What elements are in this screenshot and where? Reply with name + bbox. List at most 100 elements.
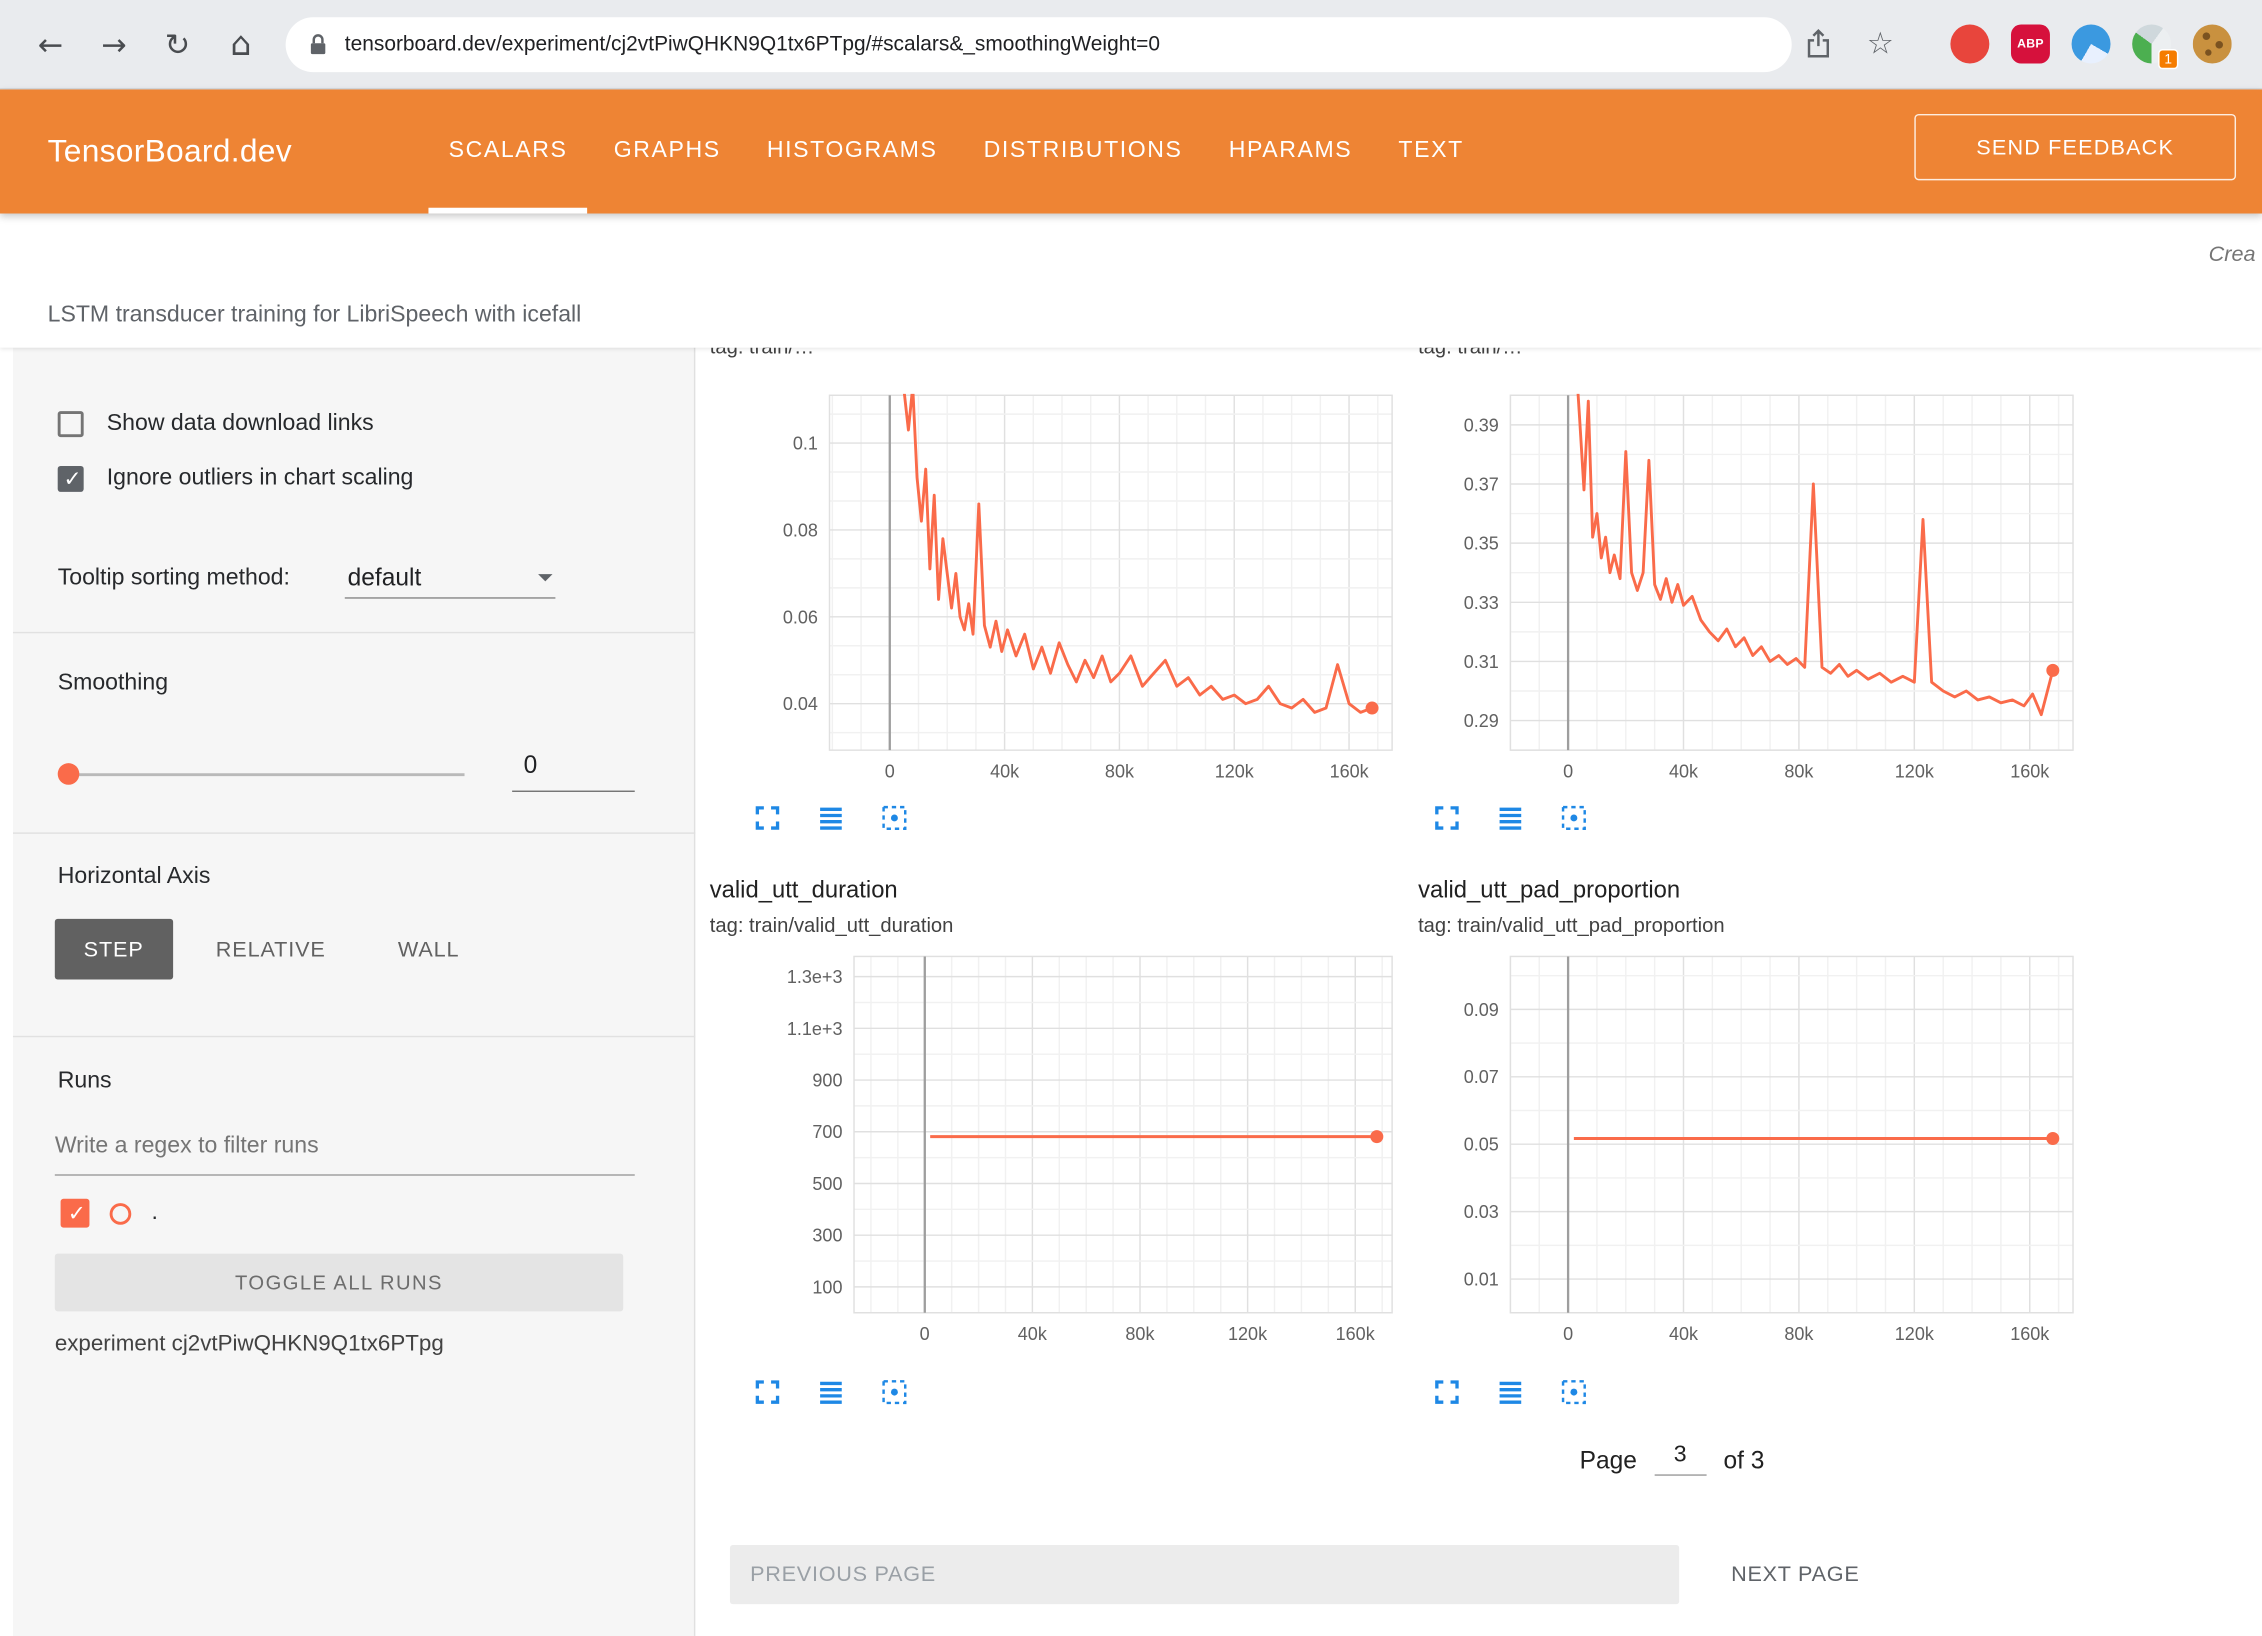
run-color-swatch[interactable] xyxy=(110,1202,132,1224)
chart-tag: tag: train/valid_utt_pad_proportion xyxy=(1418,913,1725,936)
run-checkbox[interactable] xyxy=(61,1199,90,1228)
experiment-name: experiment cj2vtPiwQHKN9Q1tx6PTpg xyxy=(55,1332,444,1358)
svg-text:0.07: 0.07 xyxy=(1464,1067,1499,1087)
expand-icon xyxy=(754,805,780,831)
tooltip-sorting-label: Tooltip sorting method: xyxy=(58,565,290,591)
checkbox-label: Ignore outliers in chart scaling xyxy=(107,466,414,492)
svg-text:0: 0 xyxy=(920,1324,930,1344)
tooltip-sorting-select[interactable]: default xyxy=(345,558,556,598)
settings-sidebar: Show data download links Ignore outliers… xyxy=(13,348,695,1636)
url-bar[interactable]: tensorboard.dev/experiment/cj2vtPiwQHKN9… xyxy=(286,17,1792,72)
lines-button[interactable] xyxy=(818,1379,844,1405)
next-page-button[interactable]: NEXT PAGE xyxy=(1711,1545,1880,1604)
svg-text:900: 900 xyxy=(812,1071,842,1091)
svg-text:0.08: 0.08 xyxy=(783,520,818,540)
pagination: Page of 3 xyxy=(1580,1443,1765,1476)
expand-icon xyxy=(754,1379,780,1405)
adblock-extension-icon[interactable] xyxy=(1950,25,1989,64)
tooltip-sorting-value: default xyxy=(348,563,422,592)
svg-text:0.01: 0.01 xyxy=(1464,1270,1499,1290)
share-button[interactable] xyxy=(1806,29,1831,64)
svg-text:0.33: 0.33 xyxy=(1464,593,1499,613)
tab-graphs[interactable]: GRAPHS xyxy=(593,89,740,213)
pie-extension-icon[interactable] xyxy=(2072,25,2111,64)
divider xyxy=(13,832,695,833)
tab-text[interactable]: TEXT xyxy=(1378,89,1484,213)
profile-extension-icon[interactable]: 1 xyxy=(2132,25,2171,64)
svg-text:80k: 80k xyxy=(1784,1324,1814,1344)
fit-data-button[interactable] xyxy=(1561,1379,1587,1405)
run-row: . xyxy=(61,1199,158,1228)
tab-scalars[interactable]: SCALARS xyxy=(428,89,587,213)
reload-button[interactable] xyxy=(156,23,199,66)
step-axis-button[interactable]: STEP xyxy=(55,919,173,980)
back-button[interactable] xyxy=(29,23,72,66)
svg-text:500: 500 xyxy=(812,1174,842,1194)
page-number-input[interactable] xyxy=(1654,1443,1706,1476)
svg-text:40k: 40k xyxy=(1669,1324,1699,1344)
smoothing-value-input[interactable] xyxy=(512,740,635,792)
svg-text:0.06: 0.06 xyxy=(783,607,818,627)
expand-button[interactable] xyxy=(754,805,780,831)
svg-text:0: 0 xyxy=(885,762,895,782)
expand-button[interactable] xyxy=(1434,805,1460,831)
chart-valid-utt-pad-proportion[interactable]: 040k80k120k160k0.010.030.050.070.09 xyxy=(1428,945,2084,1353)
nav-tabs: SCALARS GRAPHS HISTOGRAMS DISTRIBUTIONS … xyxy=(428,89,1484,213)
checkbox-label: Show data download links xyxy=(107,411,374,437)
lines-button[interactable] xyxy=(1497,805,1523,831)
relative-axis-button[interactable]: RELATIVE xyxy=(187,919,355,980)
share-icon xyxy=(1806,29,1831,59)
divider xyxy=(13,1036,695,1037)
cookie-extension-icon[interactable] xyxy=(2193,25,2232,64)
browser-toolbar: tensorboard.dev/experiment/cj2vtPiwQHKN9… xyxy=(0,0,2262,89)
svg-text:0.37: 0.37 xyxy=(1464,474,1499,494)
reload-icon xyxy=(165,29,190,62)
tab-distributions[interactable]: DISTRIBUTIONS xyxy=(963,89,1202,213)
clipped-right-text: Crea xyxy=(2209,242,2256,267)
chart-valid-utt-duration[interactable]: 040k80k120k160k1003005007009001.1e+31.3e… xyxy=(750,945,1406,1353)
toggle-all-runs-button[interactable]: TOGGLE ALL RUNS xyxy=(55,1254,623,1312)
chart-top-left[interactable]: 040k80k120k160k0.040.060.080.1 xyxy=(750,382,1406,786)
bookmark-star-button[interactable] xyxy=(1867,26,1894,62)
svg-text:120k: 120k xyxy=(1895,1324,1935,1344)
horizontal-axis-label: Horizontal Axis xyxy=(58,864,211,890)
svg-text:80k: 80k xyxy=(1105,762,1135,782)
show-download-links-checkbox[interactable] xyxy=(58,411,84,437)
home-icon xyxy=(230,29,251,62)
chevron-down-icon xyxy=(538,574,552,581)
smoothing-slider[interactable] xyxy=(58,762,491,788)
send-feedback-button[interactable]: SEND FEEDBACK xyxy=(1914,114,2236,180)
abp-extension-icon[interactable]: ABP xyxy=(2011,25,2050,64)
ignore-outliers-checkbox[interactable] xyxy=(58,466,84,492)
forward-button[interactable] xyxy=(92,23,135,66)
slider-thumb[interactable] xyxy=(58,763,80,785)
expand-button[interactable] xyxy=(1434,1379,1460,1405)
lines-icon xyxy=(818,805,844,831)
app-header: TensorBoard.dev SCALARS GRAPHS HISTOGRAM… xyxy=(0,89,2262,213)
page-total-label: of 3 xyxy=(1723,1447,1764,1476)
svg-text:0.1: 0.1 xyxy=(793,434,818,454)
svg-text:0.09: 0.09 xyxy=(1464,1000,1499,1020)
fit-data-button[interactable] xyxy=(881,805,907,831)
tab-hparams[interactable]: HPARAMS xyxy=(1209,89,1373,213)
tab-histograms[interactable]: HISTOGRAMS xyxy=(747,89,958,213)
wall-axis-button[interactable]: WALL xyxy=(369,919,488,980)
svg-text:0.35: 0.35 xyxy=(1464,534,1499,554)
tensorboard-page: tensorboard.dev/experiment/cj2vtPiwQHKN9… xyxy=(0,0,2262,1636)
lines-button[interactable] xyxy=(1497,1379,1523,1405)
fit-icon xyxy=(881,805,907,831)
svg-text:1.1e+3: 1.1e+3 xyxy=(787,1019,843,1039)
fit-icon xyxy=(1561,805,1587,831)
previous-page-button[interactable]: PREVIOUS PAGE xyxy=(730,1545,1679,1604)
home-button[interactable] xyxy=(219,23,262,66)
chart-top-right[interactable]: 040k80k120k160k0.290.310.330.350.370.39 xyxy=(1428,382,2084,786)
lines-button[interactable] xyxy=(818,805,844,831)
fit-data-button[interactable] xyxy=(1561,805,1587,831)
svg-text:80k: 80k xyxy=(1125,1324,1155,1344)
experiment-subheader: Crea LSTM transducer training for LibriS… xyxy=(0,214,2262,348)
expand-button[interactable] xyxy=(754,1379,780,1405)
fit-icon xyxy=(881,1379,907,1405)
runs-filter-input[interactable] xyxy=(55,1118,635,1176)
horizontal-axis-buttons: STEP RELATIVE WALL xyxy=(55,919,489,980)
fit-data-button[interactable] xyxy=(881,1379,907,1405)
